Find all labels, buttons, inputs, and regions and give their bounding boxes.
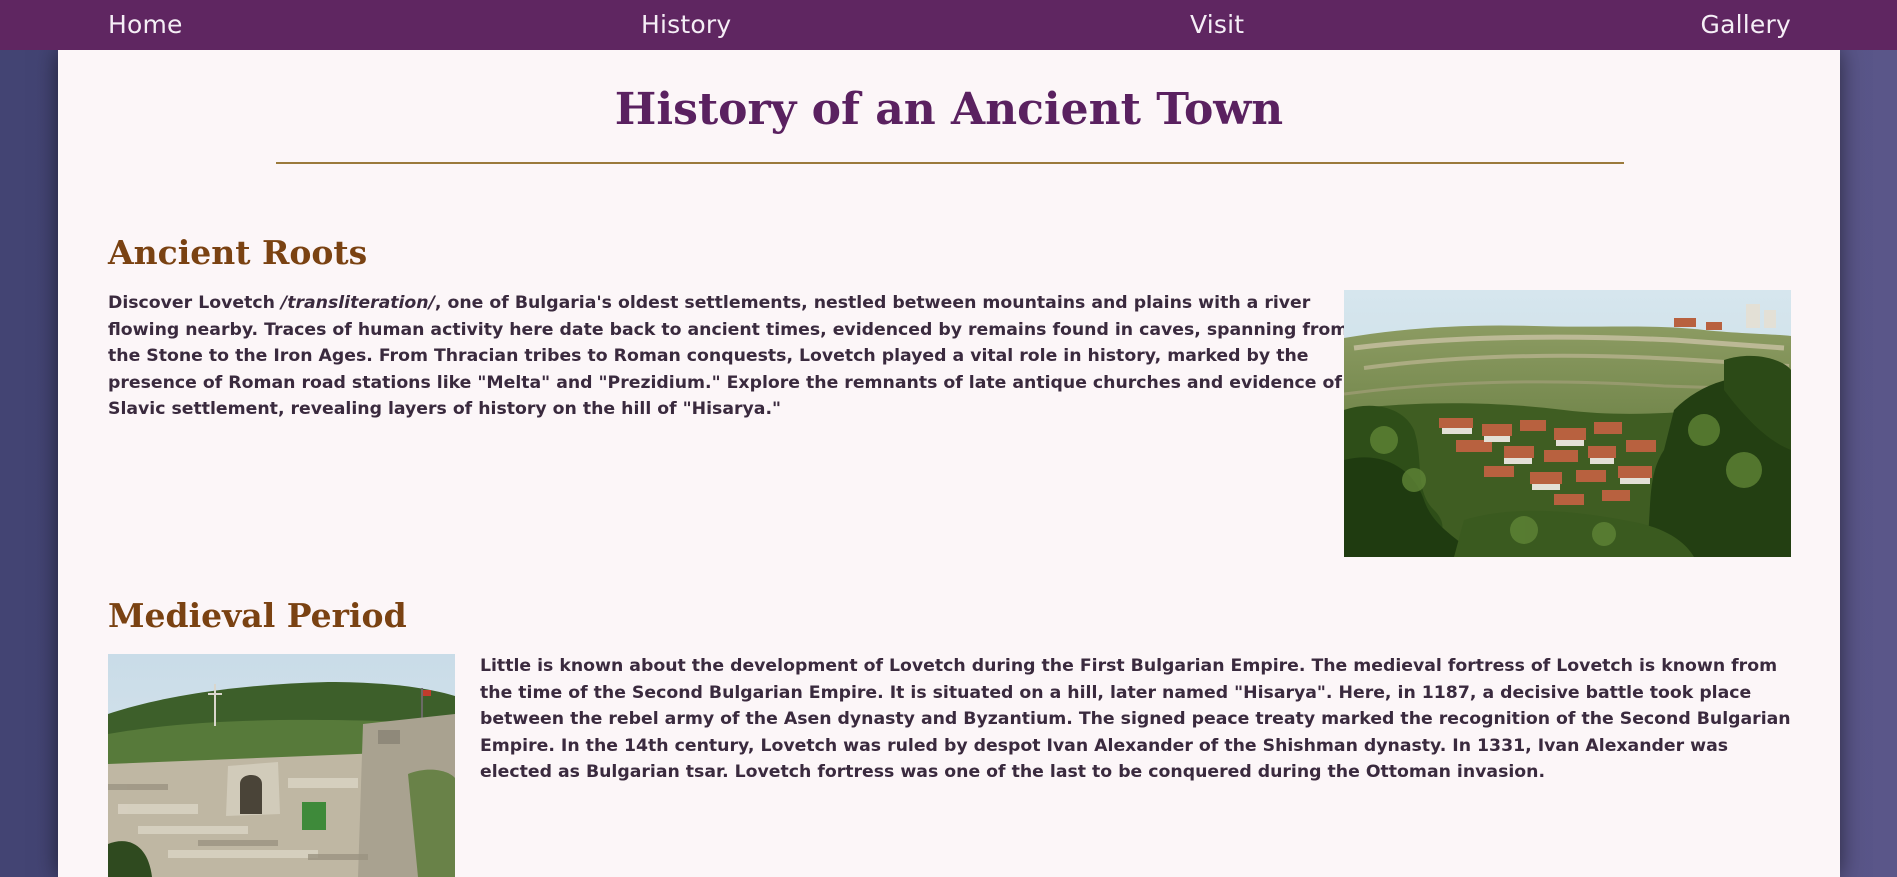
town-hillside-photo bbox=[1344, 290, 1791, 557]
section-heading-ancient-roots: Ancient Roots bbox=[108, 233, 368, 272]
nav-link-history[interactable]: History bbox=[641, 10, 731, 40]
fortress-ruins-photo bbox=[108, 654, 455, 877]
ancient-text-start: Discover Lovetch bbox=[108, 293, 281, 313]
title-divider bbox=[276, 162, 1624, 164]
transliteration-emphasis: /transliteration/ bbox=[280, 293, 435, 313]
section-text-medieval-period: Little is known about the development of… bbox=[480, 656, 1791, 782]
section-heading-medieval-period: Medieval Period bbox=[108, 596, 407, 635]
section-text-ancient-roots: Discover Lovetch /transliteration/, one … bbox=[108, 290, 1380, 423]
nav-link-visit[interactable]: Visit bbox=[1190, 10, 1244, 40]
page-title: History of an Ancient Town bbox=[614, 84, 1284, 135]
nav-link-gallery[interactable]: Gallery bbox=[1701, 10, 1791, 40]
top-navigation: Home History Visit Gallery bbox=[0, 0, 1897, 50]
page-content: History of an Ancient Town Ancient Roots… bbox=[58, 50, 1840, 877]
nav-link-home[interactable]: Home bbox=[108, 10, 183, 40]
